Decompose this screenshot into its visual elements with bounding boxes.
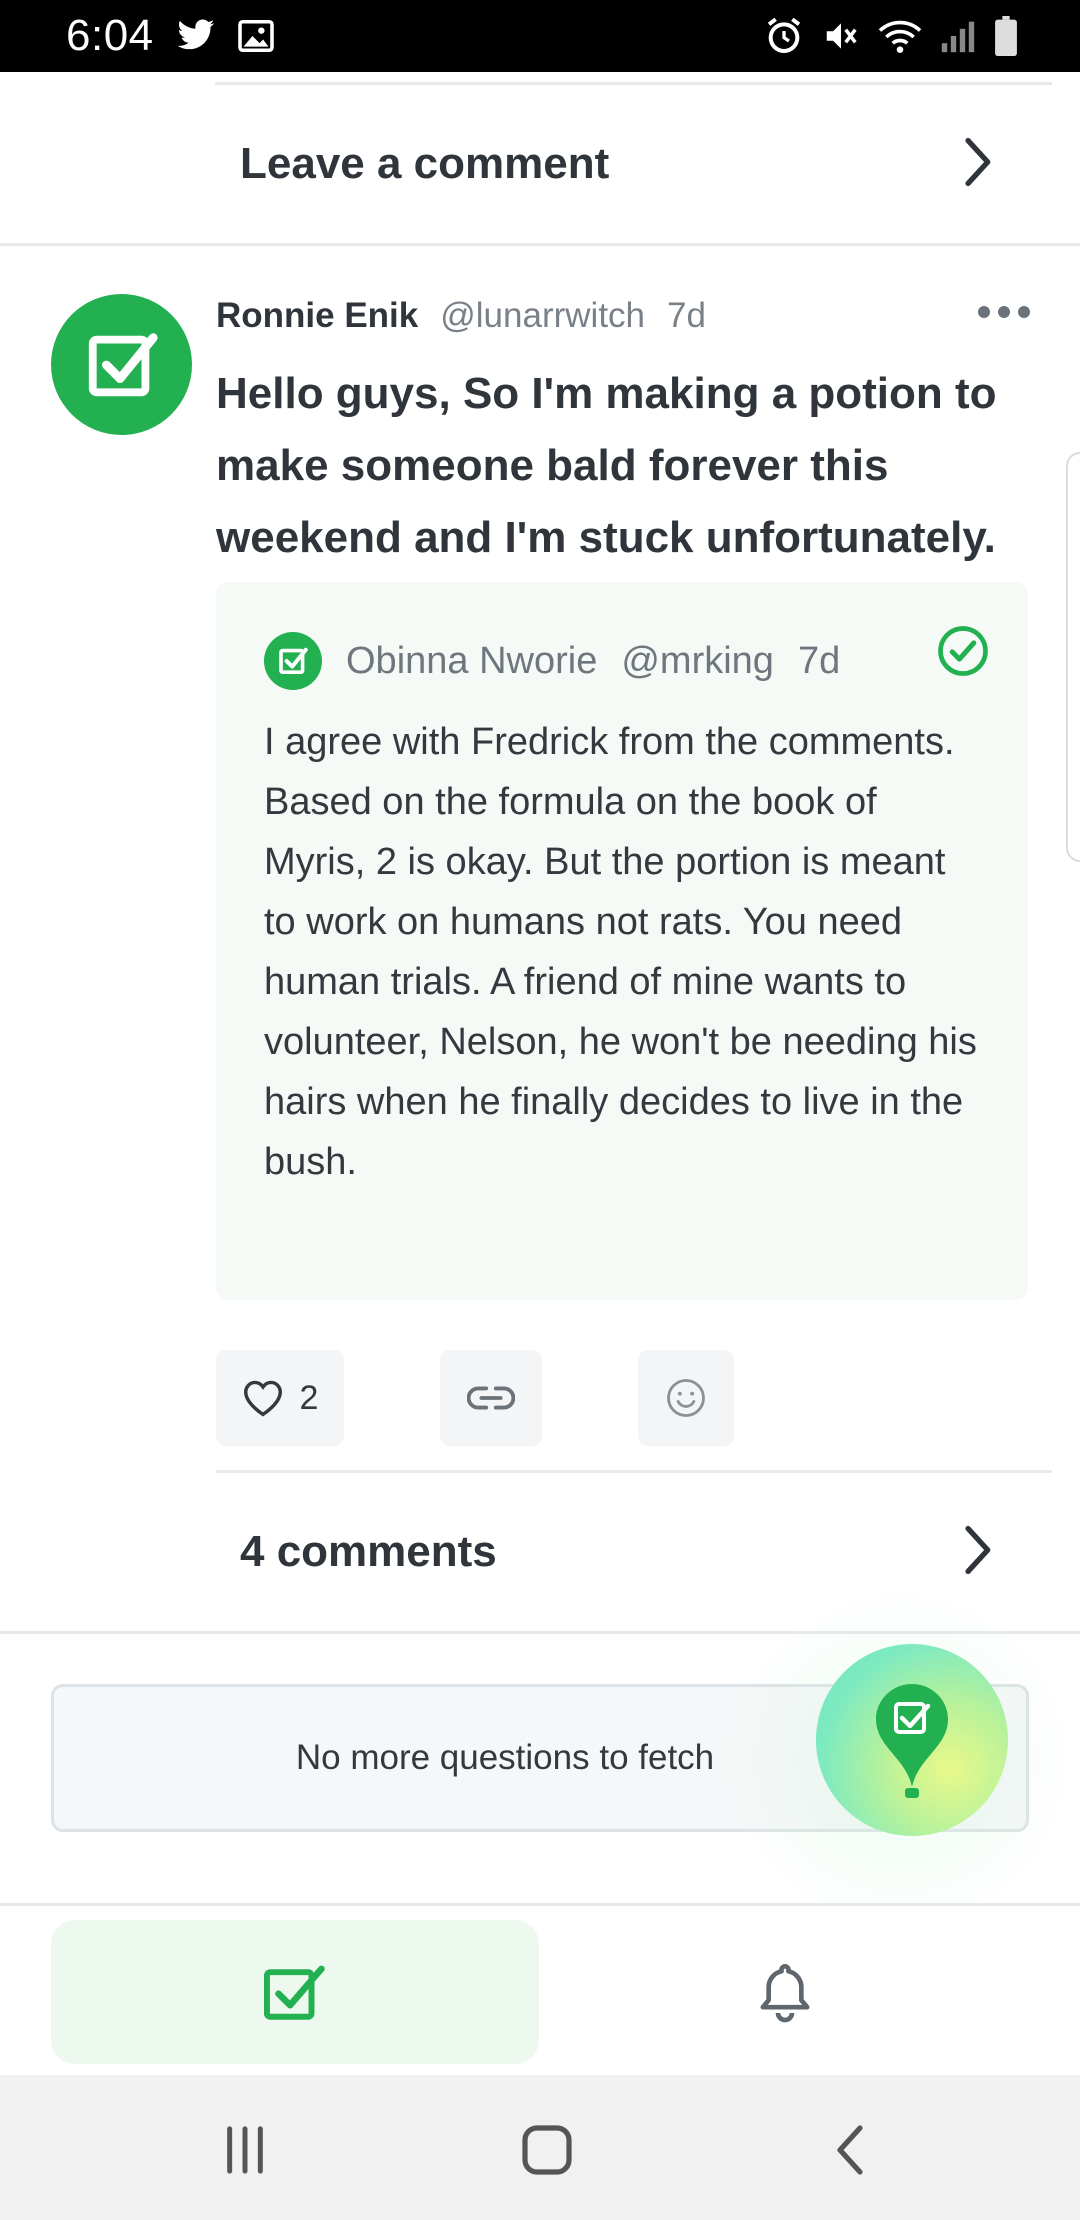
- check-square-icon: [263, 1965, 325, 2020]
- answer-handle[interactable]: @mrking: [621, 640, 774, 683]
- no-more-questions-label: No more questions to fetch: [295, 1738, 715, 1777]
- like-count: 2: [299, 1378, 319, 1417]
- copy-link-button[interactable]: [440, 1350, 542, 1446]
- bottom-nav: [0, 1903, 1080, 2075]
- edge-panel-handle[interactable]: [1066, 452, 1080, 862]
- post-time: 7d: [667, 296, 706, 335]
- chevron-right-icon: [962, 1525, 992, 1580]
- smiley-icon: [667, 1379, 705, 1417]
- avatar[interactable]: [51, 294, 192, 435]
- status-time: 6:04: [66, 11, 154, 60]
- nav-questions-tab[interactable]: [51, 1920, 539, 2064]
- twitter-icon: [176, 19, 216, 53]
- home-button[interactable]: [512, 2115, 582, 2185]
- dot: [998, 306, 1010, 318]
- answer-author[interactable]: Obinna Nworie: [346, 640, 597, 683]
- system-nav-bar: [0, 2075, 1080, 2220]
- check-square-icon: [88, 332, 158, 396]
- avatar[interactable]: [264, 632, 322, 690]
- answer-time: 7d: [797, 639, 841, 682]
- like-button[interactable]: 2: [216, 1350, 344, 1446]
- comments-count-label: 4 comments: [240, 1527, 497, 1576]
- post-title[interactable]: Hello guys, So I'm making a potion to ma…: [216, 358, 1036, 574]
- verified-check-icon: [936, 624, 990, 683]
- leave-comment-label: Leave a comment: [240, 139, 610, 188]
- section-divider: [0, 243, 1080, 246]
- mute-icon: [822, 16, 860, 56]
- bell-icon: [760, 1964, 810, 2023]
- ask-question-fab[interactable]: [816, 1644, 1008, 1836]
- react-button[interactable]: [638, 1350, 734, 1446]
- chevron-right-icon: [962, 137, 992, 192]
- post-author[interactable]: Ronnie Enik: [216, 296, 418, 336]
- dot: [978, 306, 990, 318]
- back-icon: [837, 2125, 863, 2175]
- recent-apps-icon: [227, 2126, 263, 2174]
- answer-card[interactable]: Obinna Nworie @mrking 7d I agree with Fr…: [216, 582, 1028, 1300]
- post-actions: 2: [216, 1350, 734, 1446]
- heart-icon: [243, 1380, 282, 1417]
- recent-apps-button[interactable]: [210, 2115, 280, 2185]
- home-icon: [522, 2125, 572, 2175]
- back-button[interactable]: [815, 2115, 885, 2185]
- more-options-button[interactable]: [978, 306, 1030, 318]
- link-icon: [467, 1386, 515, 1410]
- wifi-icon: [878, 16, 922, 56]
- post-handle[interactable]: @lunarrwitch: [440, 296, 645, 336]
- nav-notifications-tab[interactable]: [710, 1920, 860, 2064]
- battery-icon: [994, 16, 1018, 56]
- alarm-icon: [764, 16, 804, 56]
- post-meta: Ronnie Enik @lunarrwitch 7d: [216, 296, 706, 336]
- answer-body: I agree with Fredrick from the comments.…: [264, 721, 977, 1183]
- leave-comment-row[interactable]: Leave a comment: [0, 85, 1080, 243]
- image-icon: [237, 20, 274, 52]
- status-bar: 6:04: [0, 0, 1080, 72]
- check-square-icon: [279, 647, 308, 674]
- signal-icon: [940, 18, 976, 54]
- answer-header: Obinna Nworie @mrking 7d: [264, 632, 840, 690]
- dot: [1018, 306, 1030, 318]
- lightbulb-pin-icon: [876, 1684, 948, 1798]
